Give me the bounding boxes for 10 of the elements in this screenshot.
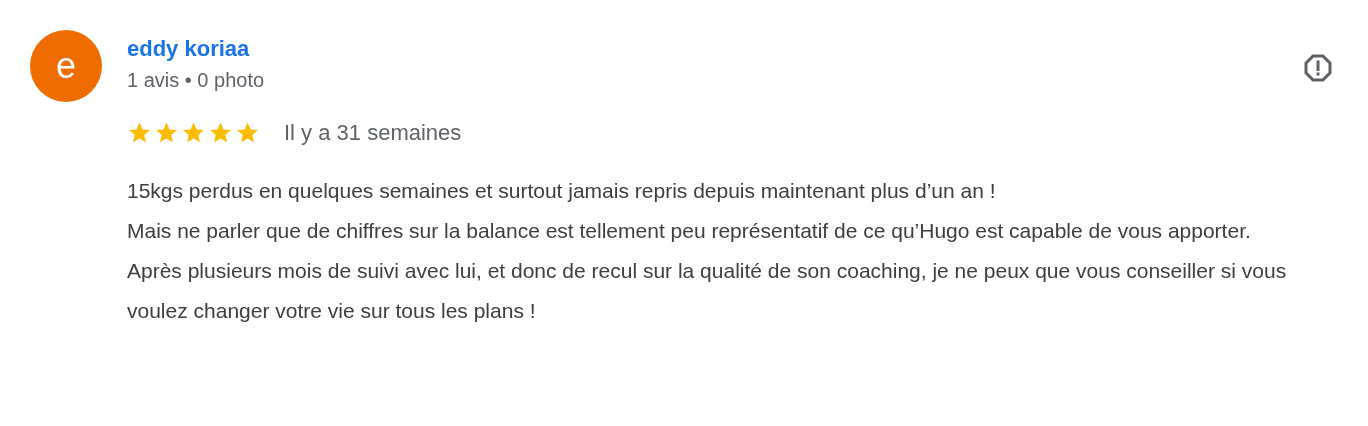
review-time: Il y a 31 semaines [284, 119, 462, 147]
review-meta: 1 avis • 0 photo [127, 68, 265, 93]
avatar: e [30, 30, 102, 102]
star-icon [208, 120, 233, 145]
star-icon [181, 120, 206, 145]
star-icon [235, 120, 260, 145]
star-icon [127, 120, 152, 145]
author-name[interactable]: eddy koriaa [127, 34, 265, 64]
star-icon [154, 120, 179, 145]
review-text: 15kgs perdus en quelques semaines et surtout jamais repris depuis maintenant plus d’un an ! Mais ne parler que de chiffres sur la balance est tellement peu représentatif de ce qu’Hugo est capable de vous apporter. Après plusieurs mois de suivi avec lui, et donc de recul sur la qualité de son coaching, je ne peux que vous conseiller si vous voulez changer votre vie sur tous les plans ! [127, 178, 1288, 324]
